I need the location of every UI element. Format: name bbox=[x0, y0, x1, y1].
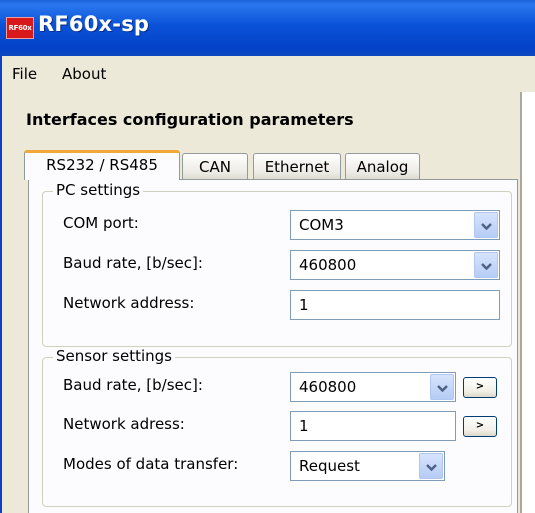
chevron-down-icon[interactable] bbox=[474, 212, 498, 238]
pc-baud-label: Baud rate, [b/sec]: bbox=[63, 254, 203, 272]
chevron-down-icon[interactable] bbox=[419, 453, 443, 479]
data-transfer-mode-select[interactable]: Request bbox=[290, 451, 445, 481]
data-transfer-mode-label: Modes of data transfer: bbox=[63, 455, 239, 473]
menu-about[interactable]: About bbox=[62, 65, 106, 83]
com-port-label: COM port: bbox=[63, 214, 139, 232]
menu-bar: File About bbox=[0, 56, 535, 92]
dialog-body: Interfaces configuration parameters RS23… bbox=[2, 92, 522, 513]
tab-rs232-rs485[interactable]: RS232 / RS485 bbox=[24, 150, 180, 180]
sensor-baud-rate-select[interactable]: 460800 bbox=[290, 372, 456, 402]
sensor-baud-label: Baud rate, [b/sec]: bbox=[63, 376, 203, 394]
sensor-network-address-field[interactable]: 1 bbox=[290, 411, 456, 441]
chevron-down-icon[interactable] bbox=[430, 374, 454, 400]
client-area: Interfaces configuration parameters RS23… bbox=[0, 92, 535, 513]
com-port-value: COM3 bbox=[299, 216, 344, 234]
tab-can[interactable]: CAN bbox=[182, 153, 248, 180]
pc-settings-group: PC settings COM port: COM3 Baud rate, [b… bbox=[42, 181, 512, 347]
tab-ethernet[interactable]: Ethernet bbox=[253, 153, 341, 180]
sensor-baud-value: 460800 bbox=[299, 378, 357, 396]
app-window: RF60x RF60x-sp File About Interfaces con… bbox=[0, 0, 535, 513]
title-bar[interactable]: RF60x RF60x-sp bbox=[0, 0, 535, 56]
pc-baud-value: 460800 bbox=[299, 256, 357, 274]
page-title: Interfaces configuration parameters bbox=[26, 110, 354, 129]
chevron-down-icon[interactable] bbox=[474, 252, 498, 278]
window-title: RF60x-sp bbox=[38, 12, 150, 36]
pc-network-address-field[interactable]: 1 bbox=[290, 290, 500, 320]
apply-sensor-baud-button[interactable]: > bbox=[463, 377, 497, 398]
sensor-address-label: Network adress: bbox=[63, 415, 185, 433]
menu-file[interactable]: File bbox=[12, 65, 37, 83]
pc-address-value: 1 bbox=[299, 296, 309, 314]
apply-sensor-address-button[interactable]: > bbox=[463, 416, 497, 437]
data-transfer-mode-value: Request bbox=[299, 457, 360, 475]
sensor-settings-group: Sensor settings Baud rate, [b/sec]: 4608… bbox=[42, 347, 512, 507]
pc-address-label: Network address: bbox=[63, 294, 195, 312]
tab-analog[interactable]: Analog bbox=[345, 153, 420, 180]
tab-page-rs232: PC settings COM port: COM3 Baud rate, [b… bbox=[28, 179, 518, 513]
com-port-select[interactable]: COM3 bbox=[290, 210, 500, 240]
sensor-address-value: 1 bbox=[299, 417, 309, 435]
pc-settings-title: PC settings bbox=[53, 181, 144, 199]
app-logo: RF60x bbox=[6, 17, 34, 39]
pc-baud-rate-select[interactable]: 460800 bbox=[290, 250, 500, 280]
sensor-settings-title: Sensor settings bbox=[53, 347, 176, 365]
